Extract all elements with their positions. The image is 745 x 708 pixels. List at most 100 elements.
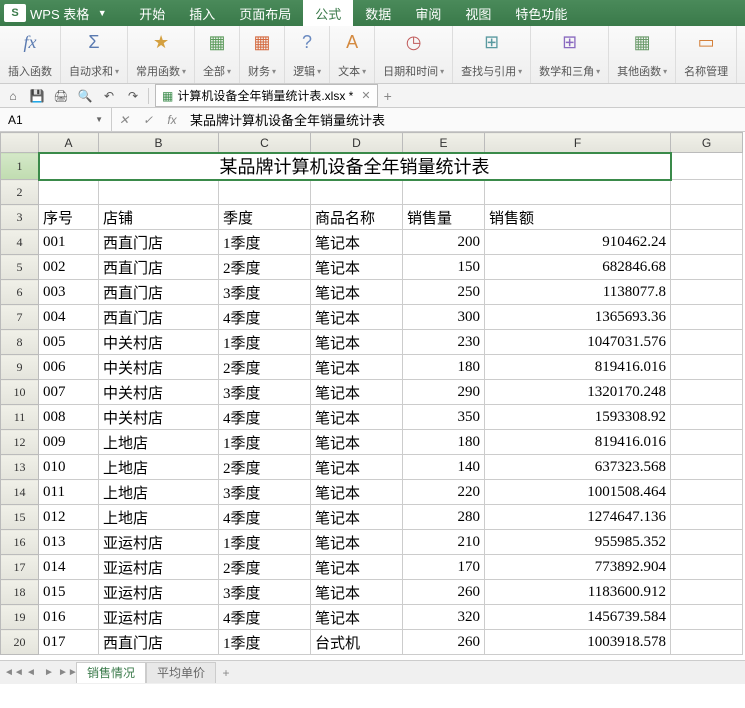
cell[interactable]: 200 xyxy=(403,230,485,255)
cell[interactable]: 西直门店 xyxy=(99,630,219,655)
cell[interactable]: 亚运村店 xyxy=(99,555,219,580)
cell[interactable]: 013 xyxy=(39,530,99,555)
cell[interactable]: 西直门店 xyxy=(99,255,219,280)
tab-nav-last[interactable]: ►► xyxy=(58,667,76,678)
row-header[interactable]: 17 xyxy=(1,555,39,580)
row-header[interactable]: 4 xyxy=(1,230,39,255)
row-header[interactable]: 6 xyxy=(1,280,39,305)
name-box[interactable]: A1 ▼ xyxy=(0,108,112,131)
ribbon-自动求和[interactable]: Σ自动求和▾ xyxy=(61,26,128,83)
cell[interactable]: 上地店 xyxy=(99,480,219,505)
row-header[interactable]: 3 xyxy=(1,205,39,230)
cell[interactable] xyxy=(671,555,743,580)
cell[interactable]: 1001508.464 xyxy=(485,480,671,505)
document-tab[interactable]: ▦ 计算机设备全年销量统计表.xlsx * ✕ xyxy=(155,84,378,107)
cell[interactable] xyxy=(671,530,743,555)
cell[interactable]: 290 xyxy=(403,380,485,405)
cell[interactable] xyxy=(671,280,743,305)
cell[interactable] xyxy=(311,180,403,205)
cell[interactable]: 笔记本 xyxy=(311,580,403,605)
save-icon[interactable]: 💾 xyxy=(28,87,46,105)
cell[interactable]: 上地店 xyxy=(99,505,219,530)
ribbon-全部[interactable]: ▦全部▾ xyxy=(195,26,240,83)
row-header[interactable]: 8 xyxy=(1,330,39,355)
menu-tab-0[interactable]: 开始 xyxy=(127,0,177,26)
cell[interactable]: 3季度 xyxy=(219,380,311,405)
row-header[interactable]: 11 xyxy=(1,405,39,430)
row-header[interactable]: 10 xyxy=(1,380,39,405)
cell-header[interactable]: 店铺 xyxy=(99,205,219,230)
add-sheet-button[interactable]: + xyxy=(216,666,236,680)
cell-title[interactable]: 某品牌计算机设备全年销量统计表 xyxy=(39,153,671,180)
print-icon[interactable]: 🖨 xyxy=(52,87,70,105)
cell[interactable]: 016 xyxy=(39,605,99,630)
cell[interactable]: 955985.352 xyxy=(485,530,671,555)
cell[interactable]: 1456739.584 xyxy=(485,605,671,630)
cell[interactable]: 910462.24 xyxy=(485,230,671,255)
cell[interactable]: 笔记本 xyxy=(311,330,403,355)
cell-header[interactable]: 商品名称 xyxy=(311,205,403,230)
cell[interactable]: 上地店 xyxy=(99,430,219,455)
cell[interactable]: 亚运村店 xyxy=(99,530,219,555)
cell[interactable] xyxy=(219,180,311,205)
cell[interactable]: 笔记本 xyxy=(311,280,403,305)
cell[interactable]: 1365693.36 xyxy=(485,305,671,330)
cell[interactable]: 笔记本 xyxy=(311,455,403,480)
row-header[interactable]: 5 xyxy=(1,255,39,280)
home-icon[interactable]: ⌂ xyxy=(4,87,22,105)
cell[interactable]: 笔记本 xyxy=(311,555,403,580)
cell[interactable] xyxy=(485,180,671,205)
ribbon-查找与引用[interactable]: ⊞查找与引用▾ xyxy=(453,26,531,83)
menu-tab-1[interactable]: 插入 xyxy=(177,0,227,26)
row-header[interactable]: 1 xyxy=(1,153,39,180)
cell-header[interactable]: 销售额 xyxy=(485,205,671,230)
cell[interactable]: 西直门店 xyxy=(99,280,219,305)
ribbon-名称管理[interactable]: ▭名称管理 xyxy=(676,26,737,83)
cell-header[interactable]: 序号 xyxy=(39,205,99,230)
cell[interactable]: 014 xyxy=(39,555,99,580)
col-header[interactable]: C xyxy=(219,133,311,153)
cell[interactable] xyxy=(671,380,743,405)
cell[interactable]: 西直门店 xyxy=(99,230,219,255)
menu-tab-5[interactable]: 审阅 xyxy=(403,0,453,26)
cell[interactable]: 210 xyxy=(403,530,485,555)
cell[interactable] xyxy=(671,180,743,205)
cell[interactable] xyxy=(671,480,743,505)
cell[interactable]: 中关村店 xyxy=(99,405,219,430)
cell[interactable]: 西直门店 xyxy=(99,305,219,330)
cell[interactable]: 中关村店 xyxy=(99,330,219,355)
row-header[interactable]: 7 xyxy=(1,305,39,330)
cell[interactable]: 180 xyxy=(403,355,485,380)
cell[interactable]: 280 xyxy=(403,505,485,530)
cell[interactable]: 2季度 xyxy=(219,355,311,380)
cell[interactable]: 180 xyxy=(403,430,485,455)
cell[interactable]: 上地店 xyxy=(99,455,219,480)
cell[interactable]: 4季度 xyxy=(219,305,311,330)
cell[interactable]: 1季度 xyxy=(219,530,311,555)
cell[interactable]: 亚运村店 xyxy=(99,580,219,605)
cell[interactable]: 中关村店 xyxy=(99,355,219,380)
row-header[interactable]: 14 xyxy=(1,480,39,505)
row-header[interactable]: 13 xyxy=(1,455,39,480)
cell[interactable]: 3季度 xyxy=(219,480,311,505)
cell[interactable]: 350 xyxy=(403,405,485,430)
cell[interactable]: 4季度 xyxy=(219,405,311,430)
cell[interactable] xyxy=(671,605,743,630)
row-header[interactable]: 16 xyxy=(1,530,39,555)
cell[interactable]: 亚运村店 xyxy=(99,605,219,630)
ribbon-插入函数[interactable]: fx插入函数 xyxy=(0,26,61,83)
col-header[interactable]: F xyxy=(485,133,671,153)
app-dropdown[interactable]: ▼ xyxy=(95,8,109,18)
cell[interactable]: 260 xyxy=(403,630,485,655)
cell[interactable]: 015 xyxy=(39,580,99,605)
ribbon-财务[interactable]: ▦财务▾ xyxy=(240,26,285,83)
ribbon-逻辑[interactable]: ?逻辑▾ xyxy=(285,26,330,83)
cell[interactable]: 中关村店 xyxy=(99,380,219,405)
tab-nav-next[interactable]: ► xyxy=(40,667,58,678)
cell[interactable]: 笔记本 xyxy=(311,430,403,455)
cell[interactable]: 004 xyxy=(39,305,99,330)
cell[interactable]: 1季度 xyxy=(219,430,311,455)
row-header[interactable]: 15 xyxy=(1,505,39,530)
cell[interactable]: 300 xyxy=(403,305,485,330)
cell[interactable] xyxy=(39,180,99,205)
